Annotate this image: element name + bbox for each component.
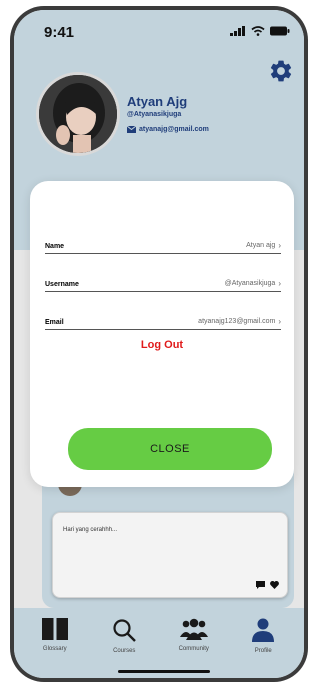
battery-icon	[270, 26, 290, 36]
name-label: Name	[45, 243, 65, 250]
tab-courses[interactable]: Courses	[94, 618, 154, 678]
phone-frame: 9:41 Atyan Ajg @Atyanasikjuga atyanajg@g…	[10, 6, 308, 682]
avatar[interactable]	[36, 72, 120, 156]
tab-community[interactable]: Community	[164, 618, 224, 678]
status-bar: 9:41	[14, 10, 304, 50]
post-text: Hari yang cerahhh...	[63, 527, 118, 533]
tab-profile-label: Profile	[254, 648, 272, 654]
profile-email-text: atyanajg@gmail.com	[139, 126, 209, 133]
gear-icon	[270, 60, 292, 82]
close-button[interactable]: CLOSE	[68, 428, 272, 470]
username-label: Username	[45, 281, 79, 288]
name-field[interactable]: Name Atyan ajg ›	[45, 236, 281, 254]
tab-community-label: Community	[178, 646, 209, 652]
signal-icon	[230, 26, 245, 36]
heart-icon[interactable]	[270, 581, 279, 589]
book-icon	[41, 618, 68, 640]
people-icon	[179, 618, 208, 640]
avatar-photo	[39, 75, 117, 153]
email-value: atyanajg123@gmail.com ›	[198, 317, 281, 326]
name-value: Atyan ajg ›	[246, 241, 281, 250]
logout-button[interactable]: Log Out	[30, 339, 294, 351]
profile-email: atyanajg@gmail.com	[127, 126, 209, 133]
tab-courses-label: Courses	[113, 648, 136, 654]
status-icons	[230, 26, 290, 36]
mail-icon	[127, 126, 136, 133]
status-time: 9:41	[44, 24, 75, 41]
screen: 9:41 Atyan Ajg @Atyanasikjuga atyanajg@g…	[14, 10, 304, 678]
tab-glossary-label: Glossary	[42, 646, 67, 652]
chevron-right-icon: ›	[278, 317, 281, 326]
email-value-text: atyanajg123@gmail.com	[198, 318, 276, 325]
account-details-modal: Name Atyan ajg › Username @Atyanasikjuga…	[30, 181, 294, 487]
person-icon	[252, 618, 275, 642]
chevron-right-icon: ›	[278, 279, 281, 288]
profile-handle: @Atyanasikjuga	[127, 111, 182, 118]
post-card[interactable]: Hari yang cerahhh...	[52, 512, 288, 598]
name-value-text: Atyan ajg	[246, 242, 276, 249]
email-field[interactable]: Email atyanajg123@gmail.com ›	[45, 312, 281, 330]
home-indicator	[118, 670, 210, 673]
tab-profile[interactable]: Profile	[233, 618, 293, 678]
search-icon	[113, 619, 137, 642]
tab-glossary[interactable]: Glossary	[25, 618, 85, 678]
comment-icon[interactable]	[256, 581, 265, 589]
post-actions	[256, 581, 279, 589]
settings-button[interactable]	[268, 58, 294, 84]
username-field[interactable]: Username @Atyanasikjuga ›	[45, 274, 281, 292]
wifi-icon	[251, 26, 265, 36]
chevron-right-icon: ›	[278, 241, 281, 250]
bottom-tab-bar: Glossary Courses Community Profile	[14, 608, 304, 678]
profile-name: Atyan Ajg	[127, 94, 188, 109]
email-label: Email	[45, 319, 64, 326]
username-value-text: @Atyanasikjuga	[224, 280, 276, 287]
username-value: @Atyanasikjuga ›	[225, 279, 281, 288]
